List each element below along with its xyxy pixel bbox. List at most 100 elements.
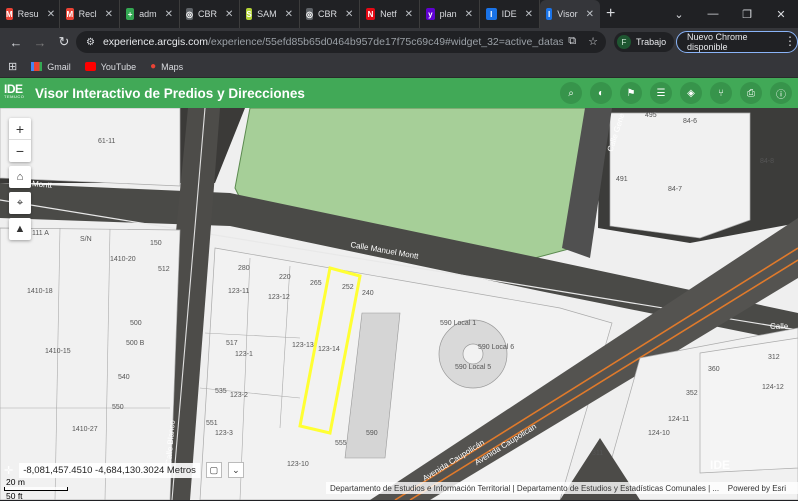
browser-tab[interactable]: ◎ CBR ✕ xyxy=(300,0,360,28)
parcel-label: 84-7 xyxy=(668,186,683,193)
number-label: 590 Local 5 xyxy=(455,364,492,371)
parcel-label: 124-10 xyxy=(648,430,670,437)
browser-tab[interactable]: ◎ CBR ✕ xyxy=(180,0,240,28)
layers-icon[interactable]: ◈ xyxy=(680,82,702,104)
info-icon[interactable]: ⓘ xyxy=(770,82,792,104)
close-window-button[interactable]: ✕ xyxy=(764,8,798,21)
tab-label: SAM xyxy=(257,9,277,19)
browser-tab[interactable]: M Resu ✕ xyxy=(0,0,60,28)
close-tab-icon[interactable]: ✕ xyxy=(586,9,594,20)
bookmark-gmail[interactable]: Gmail xyxy=(31,62,71,72)
parcel-label: 1410-20 xyxy=(110,256,136,263)
browser-tab-strip: M Resu ✕ M Recl ✕ + adm ✕ ◎ CBR ✕ S SAM ✕ ◎ CBR ✕ N Netf ✕ y p… xyxy=(0,0,798,28)
avatar: F xyxy=(617,35,631,49)
close-tab-icon[interactable]: ✕ xyxy=(405,9,413,20)
street-label: Montt xyxy=(31,179,53,190)
address-bar[interactable]: ⚙ experience.arcgis.com/experience/55efd… xyxy=(76,31,606,53)
map-labels: 61-11 84-6 84-8 84-7 495 491 111 A S/N 1… xyxy=(0,108,798,500)
share-map-icon[interactable]: ⚑ xyxy=(620,82,642,104)
maximize-button[interactable]: ❐ xyxy=(730,8,764,21)
zoom-out-button[interactable]: − xyxy=(9,140,31,162)
globe-icon: ◎ xyxy=(186,8,193,20)
profile-chip[interactable]: F Trabajo xyxy=(614,32,675,52)
tab-label: IDE xyxy=(501,9,517,19)
number-label: 551 xyxy=(206,420,218,427)
browser-tab[interactable]: M Recl ✕ xyxy=(60,0,120,28)
app-title: Visor Interactivo de Predios y Direccion… xyxy=(35,85,305,101)
crosshair-icon[interactable]: ✛ xyxy=(4,464,13,477)
powered-by-esri[interactable]: Powered by Esri xyxy=(728,484,786,493)
tab-label: Netf xyxy=(380,9,397,19)
tab-search-icon[interactable]: ⌄ xyxy=(662,8,696,21)
gmail-icon: M xyxy=(66,8,74,20)
coordinate-mode-button[interactable]: ▢ xyxy=(205,462,222,478)
parcel-label: 1410-18 xyxy=(27,288,53,295)
number-label: 220 xyxy=(279,274,291,281)
new-tab-button[interactable]: + xyxy=(606,5,615,23)
number-label: 590 Local 1 xyxy=(440,320,477,327)
translate-icon[interactable]: ⧉ xyxy=(568,35,576,48)
reload-button[interactable]: ↻ xyxy=(52,34,76,50)
bookmark-label: Maps xyxy=(161,61,184,72)
update-chrome-button[interactable]: Nuevo Chrome disponible xyxy=(676,31,798,53)
number-label: 150 xyxy=(150,240,162,247)
map-view[interactable]: 61-11 84-6 84-8 84-7 495 491 111 A S/N 1… xyxy=(0,108,798,500)
number-label: 111 A xyxy=(32,230,49,237)
zoom-in-button[interactable]: + xyxy=(9,118,31,140)
close-tab-icon[interactable]: ✕ xyxy=(465,9,473,20)
layers-compare-icon[interactable]: ◐ xyxy=(590,82,612,104)
back-button[interactable]: ← xyxy=(4,35,28,50)
search-icon[interactable]: ⌕ xyxy=(560,82,582,104)
list-icon[interactable]: ☰ xyxy=(650,82,672,104)
browser-tab[interactable]: I IDE ✕ xyxy=(480,0,540,28)
apps-grid-icon[interactable]: ⊞ xyxy=(8,60,17,73)
bookmark-youtube[interactable]: YouTube xyxy=(84,62,136,72)
bookmark-label: Gmail xyxy=(47,61,71,72)
print-icon[interactable]: ⎙ xyxy=(740,82,762,104)
close-tab-icon[interactable]: ✕ xyxy=(285,9,293,20)
bookmark-star-icon[interactable]: ☆ xyxy=(588,35,598,48)
site-info-icon[interactable]: ⚙ xyxy=(86,37,95,48)
tab-label: Recl xyxy=(78,9,97,19)
tree-icon[interactable]: ⑂ xyxy=(710,82,732,104)
window-controls: ⌄ — ❐ ✕ xyxy=(662,0,798,28)
browser-tab[interactable]: y plan ✕ xyxy=(420,0,480,28)
browser-tab[interactable]: N Netf ✕ xyxy=(360,0,420,28)
close-tab-icon[interactable]: ✕ xyxy=(525,9,533,20)
close-tab-icon[interactable]: ✕ xyxy=(225,9,233,20)
parcel-label: 123-14 xyxy=(318,346,340,353)
browser-tab[interactable]: I Visor ✕ xyxy=(540,0,600,28)
close-tab-icon[interactable]: ✕ xyxy=(345,9,353,20)
attribution-bar[interactable]: Departamento de Estudios e Información T… xyxy=(326,482,798,494)
locate-button[interactable]: ⌖ xyxy=(9,192,31,214)
close-tab-icon[interactable]: ✕ xyxy=(47,9,55,20)
netflix-icon: N xyxy=(366,8,376,20)
maps-pin-icon: ● xyxy=(150,61,157,72)
compass-button[interactable]: ▲ xyxy=(9,218,31,240)
number-label: 265 xyxy=(310,280,322,287)
attribution-text: Departamento de Estudios e Información T… xyxy=(330,483,720,493)
number-label: 491 xyxy=(616,176,628,183)
ide-watermark: IDE xyxy=(710,458,731,472)
number-label: 555 xyxy=(335,440,347,447)
forward-button[interactable]: → xyxy=(28,35,52,50)
url-text[interactable]: experience.arcgis.com/experience/55efd85… xyxy=(103,36,563,48)
menu-kebab-icon[interactable]: ⋮ xyxy=(784,34,796,48)
browser-tab[interactable]: + adm ✕ xyxy=(120,0,180,28)
close-tab-icon[interactable]: ✕ xyxy=(165,9,173,20)
parcel-label: 1410-15 xyxy=(45,348,71,355)
tab-label: plan xyxy=(439,9,457,19)
parcel-label: 123-13 xyxy=(292,342,314,349)
profile-name: Trabajo xyxy=(636,37,667,47)
number-label: 495 xyxy=(645,112,657,119)
minimize-button[interactable]: — xyxy=(696,8,730,20)
home-button[interactable]: ⌂ xyxy=(9,166,31,188)
browser-tab[interactable]: S SAM ✕ xyxy=(240,0,300,28)
tab-label: Visor xyxy=(557,9,578,19)
coordinate-dropdown-button[interactable]: ⌄ xyxy=(227,462,244,478)
bookmark-maps[interactable]: ● Maps xyxy=(150,61,183,72)
ide-icon: I xyxy=(486,8,497,20)
number-label: 280 xyxy=(238,265,250,272)
close-tab-icon[interactable]: ✕ xyxy=(105,9,113,20)
parcel-label: 123-1 xyxy=(235,351,253,358)
